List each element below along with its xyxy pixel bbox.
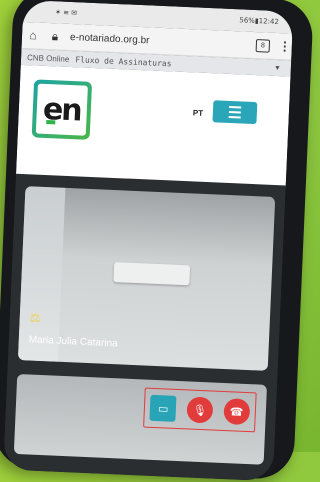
hamburger-line: [229, 105, 242, 109]
phone-frame: ✶ ≡ ✉ 56%▮12:42 ⌂ 🔒︎ e-notariado.org.br …: [0, 0, 314, 482]
phone-screen: ✶ ≡ ✉ 56%▮12:42 ⌂ 🔒︎ e-notariado.org.br …: [3, 0, 294, 482]
hangup-icon[interactable]: ☎: [222, 398, 251, 426]
chevron-down-icon[interactable]: ▼: [274, 64, 281, 71]
flow-select[interactable]: Fluxo de Assinaturas: [75, 55, 172, 68]
tab-count-button[interactable]: 8: [255, 38, 271, 53]
e-notariado-logo[interactable]: en: [31, 79, 93, 140]
kebab-menu-icon[interactable]: ⋮: [278, 39, 293, 54]
lock-icon[interactable]: 🔒︎: [44, 28, 67, 44]
home-icon[interactable]: ⌂: [22, 28, 45, 43]
hamburger-line: [228, 110, 241, 114]
site-header: en PT: [15, 64, 291, 187]
call-controls: ▭ 🎙︎ ☎: [143, 387, 257, 433]
cnb-brand: CNB Online: [26, 52, 70, 64]
hamburger-line: [228, 115, 241, 119]
logo-text: en: [35, 83, 88, 136]
status-battery-time: 56%▮12:42: [239, 16, 280, 27]
hamburger-menu-button[interactable]: [212, 100, 258, 125]
language-selector[interactable]: PT: [193, 108, 204, 117]
screen-share-icon[interactable]: ▭: [149, 394, 177, 422]
video-air-conditioner: [113, 262, 191, 286]
participant-video: ⚖ Maria Julia Catarina: [17, 186, 276, 371]
url-text[interactable]: e-notariado.org.br: [66, 31, 256, 50]
gavel-icon: ⚖: [29, 310, 41, 325]
mic-muted-icon[interactable]: 🎙︎: [186, 396, 214, 424]
status-icons-left: ✶ ≡ ✉: [54, 8, 78, 18]
video-area: ⚖ Maria Julia Catarina ▭ 🎙︎ ☎: [3, 173, 286, 482]
